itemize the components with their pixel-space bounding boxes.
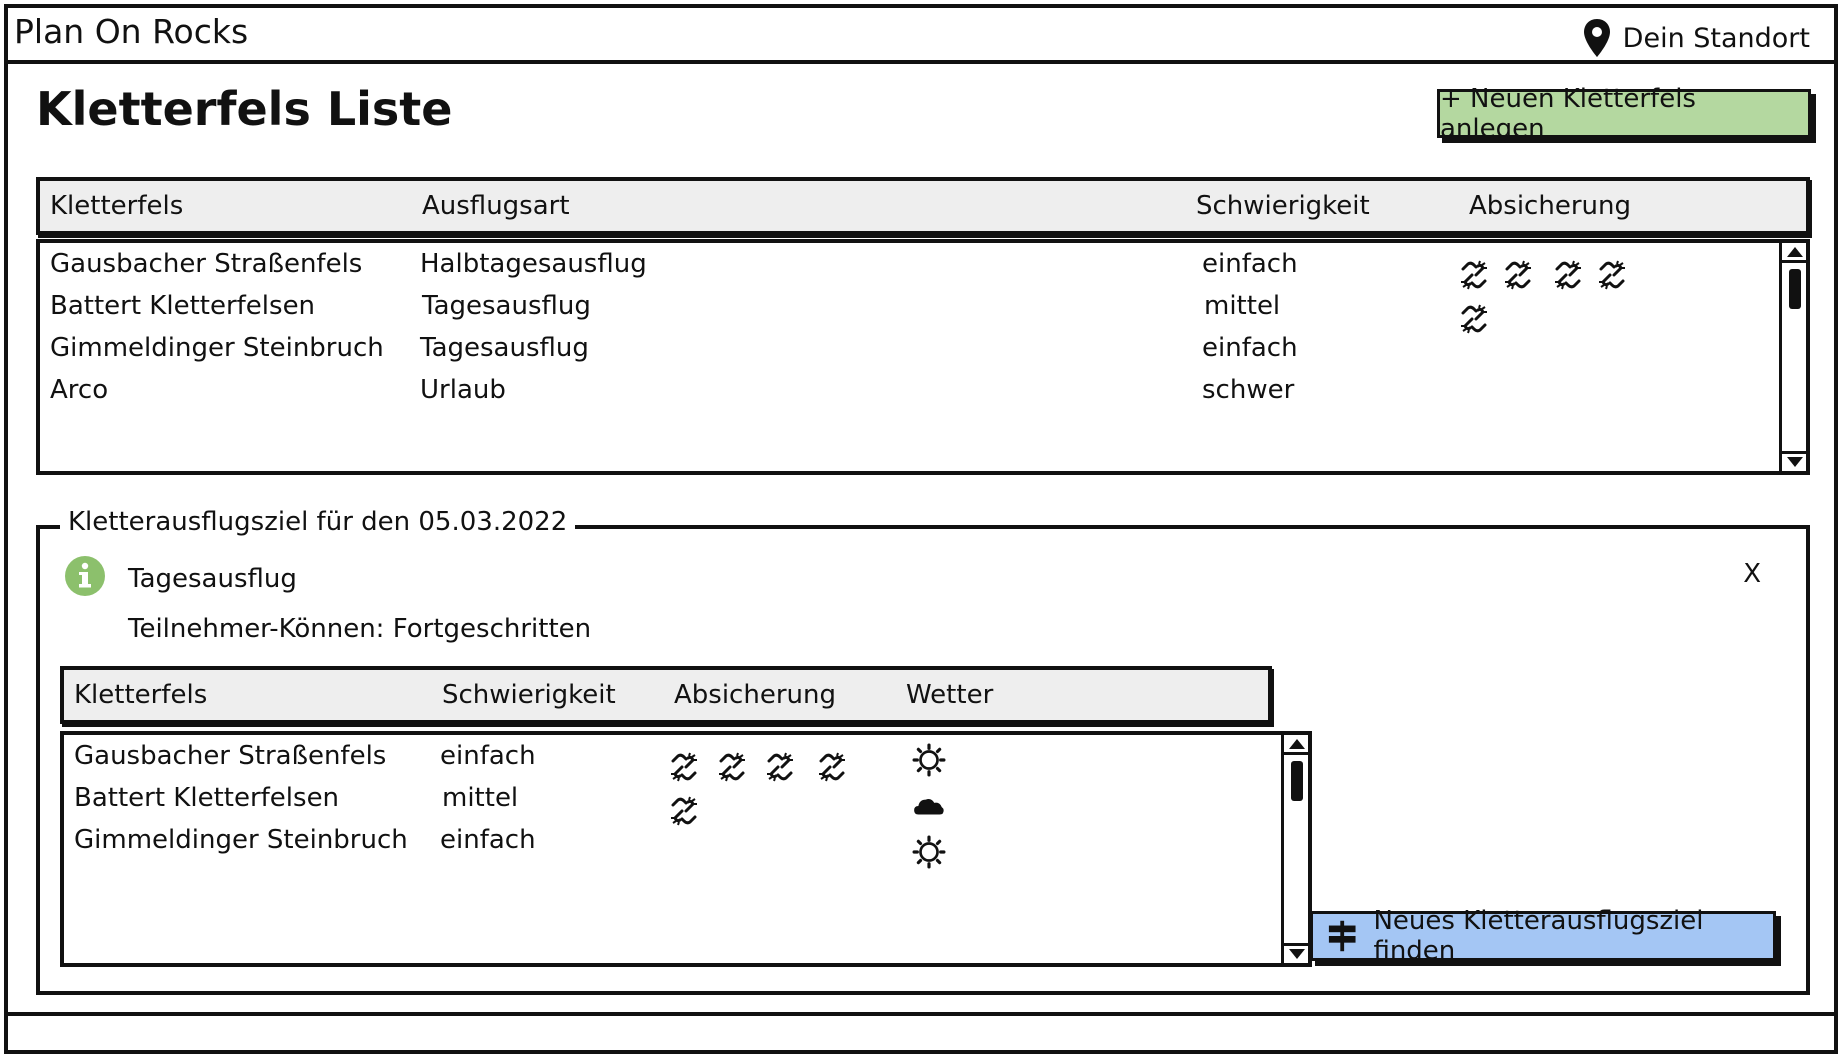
protection-rating [1458,303,1490,335]
rock-name: Gimmeldinger Steinbruch [74,825,408,855]
broken-link-icon [764,751,796,783]
find-trip-button[interactable]: Neues Kletterausflugsziel finden [1310,906,1776,966]
broken-link-icon [716,751,748,783]
sun-icon [912,835,946,869]
scroll-up-icon[interactable] [1787,247,1803,257]
protection-rating [1458,259,1628,291]
trip-table-scrollbar[interactable] [1281,735,1308,963]
column-header-wetter[interactable]: Wetter [906,680,993,710]
skill-level-label: Teilnehmer-Können: Fortgeschritten [128,614,592,644]
difficulty: mittel [1204,291,1281,321]
trip-type: Tagesausflug [420,333,589,363]
rock-table-body: Gausbacher Straßenfels Halbtagesausflug … [36,239,1810,475]
difficulty: mittel [442,783,519,813]
scroll-up-icon[interactable] [1289,739,1305,749]
column-header-ausflugsart[interactable]: Ausflugsart [422,191,570,221]
location-button[interactable]: Dein Standort [1583,18,1810,58]
difficulty: einfach [440,741,536,771]
cloud-icon [912,789,946,823]
column-header-schwierigkeit[interactable]: Schwierigkeit [442,680,616,710]
difficulty: einfach [1202,249,1298,279]
rock-name: Battert Kletterfelsen [50,291,316,321]
column-header-absicherung[interactable]: Absicherung [674,680,836,710]
rock-table-scrollbar[interactable] [1779,243,1806,471]
signpost-icon [1328,920,1356,952]
broken-link-icon [1502,259,1534,291]
broken-link-icon [1596,259,1628,291]
rock-name: Gausbacher Straßenfels [74,741,387,771]
difficulty: einfach [1202,333,1298,363]
scroll-down-icon[interactable] [1787,457,1803,467]
difficulty: einfach [440,825,536,855]
trip-type: Tagesausflug [422,291,591,321]
info-icon [65,556,105,596]
page-title: Kletterfels Liste [36,82,453,136]
rock-name: Gausbacher Straßenfels [50,249,363,279]
scroll-thumb[interactable] [1291,761,1303,801]
rock-name: Arco [50,375,109,405]
sun-icon [912,743,946,777]
difficulty: schwer [1202,375,1295,405]
scroll-thumb[interactable] [1789,269,1801,309]
broken-link-icon [1458,259,1490,291]
find-trip-label: Neues Kletterausflugsziel finden [1373,906,1704,966]
broken-link-icon [816,751,848,783]
panel-legend: Kletterausflugsziel für den 05.03.2022 [60,507,576,537]
broken-link-icon [1552,259,1584,291]
trip-type: Urlaub [420,375,506,405]
app-title: Plan On Rocks [14,12,249,51]
rock-name: Gimmeldinger Steinbruch [50,333,384,363]
top-bar: Plan On Rocks Dein Standort [4,4,1838,64]
trip-table-body: Gausbacher Straßenfels einfach Battert K… [60,731,1312,967]
protection-rating [668,751,848,783]
footer-bar [4,1012,1838,1054]
column-header-schwierigkeit[interactable]: Schwierigkeit [1196,191,1370,221]
broken-link-icon [668,795,700,827]
rock-table-header: Kletterfels Ausflugsart Schwierigkeit Ab… [36,177,1810,235]
trip-type: Halbtagesausflug [420,249,647,279]
scroll-down-icon[interactable] [1289,949,1305,959]
close-button[interactable]: X [1743,559,1761,589]
broken-link-icon [668,751,700,783]
trip-type-label: Tagesausflug [128,564,297,594]
trip-table-header: Kletterfels Schwierigkeit Absicherung We… [60,666,1272,724]
map-pin-icon [1583,19,1610,57]
rock-name: Battert Kletterfelsen [74,783,340,813]
column-header-kletterfels[interactable]: Kletterfels [74,680,207,710]
column-header-absicherung[interactable]: Absicherung [1469,191,1631,221]
location-label: Dein Standort [1622,22,1810,54]
add-rock-button[interactable]: + Neuen Kletterfels anlegen [1437,84,1811,144]
broken-link-icon [1458,303,1490,335]
column-header-kletterfels[interactable]: Kletterfels [50,191,183,221]
protection-rating [668,795,700,827]
